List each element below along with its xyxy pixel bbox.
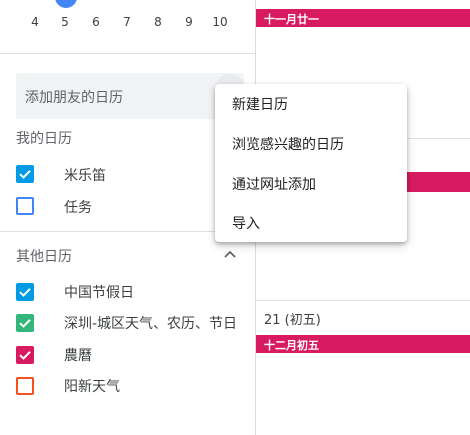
add-calendar-menu: 新建日历 浏览感兴趣的日历 通过网址添加 导入 xyxy=(215,84,407,242)
mini-calendar-day[interactable]: 7 xyxy=(117,15,137,29)
calendar-label[interactable]: 農曆 xyxy=(64,345,92,365)
menu-item-label: 通过网址添加 xyxy=(232,177,316,193)
divider xyxy=(0,53,255,54)
menu-item-label: 导入 xyxy=(232,216,260,232)
calendar-checkbox-china-holidays[interactable] xyxy=(16,283,34,301)
check-icon xyxy=(19,170,31,179)
day-number[interactable]: 21 (初五) xyxy=(264,309,321,328)
mini-calendar-day[interactable]: 8 xyxy=(148,15,168,29)
calendar-label[interactable]: 米乐笛 xyxy=(64,165,106,185)
mini-calendar-day[interactable]: 10 xyxy=(210,15,230,29)
menu-item-label: 浏览感兴趣的日历 xyxy=(232,137,344,153)
mini-calendar-day[interactable]: 6 xyxy=(86,15,106,29)
menu-item-new-calendar[interactable]: 新建日历 xyxy=(215,84,407,124)
my-calendars-title[interactable]: 我的日历 xyxy=(16,128,72,148)
event-title: 十二月初五 xyxy=(264,339,319,352)
chevron-up-icon[interactable] xyxy=(222,246,238,262)
menu-item-import[interactable]: 导入 xyxy=(215,203,407,243)
add-friend-calendar-placeholder: 添加朋友的日历 xyxy=(25,90,123,106)
calendar-checkbox-miledi[interactable] xyxy=(16,165,34,183)
menu-item-label: 新建日历 xyxy=(232,97,288,113)
mini-calendar-today-marker[interactable] xyxy=(55,0,77,8)
add-friend-calendar-input[interactable]: 添加朋友的日历 xyxy=(16,73,244,119)
calendar-checkbox-lunar[interactable] xyxy=(16,346,34,364)
calendar-label[interactable]: 任务 xyxy=(64,197,92,217)
check-icon xyxy=(19,288,31,297)
calendar-event[interactable]: 十一月廿一 xyxy=(256,9,470,27)
mini-calendar-day[interactable]: 5 xyxy=(55,15,75,29)
grid-line xyxy=(256,300,470,301)
calendar-label[interactable]: 深圳-城区天气、农历、节日 xyxy=(64,313,237,333)
menu-item-from-url[interactable]: 通过网址添加 xyxy=(215,164,407,204)
check-icon xyxy=(19,319,31,328)
calendar-checkbox-tasks[interactable] xyxy=(16,197,34,215)
other-calendars-title[interactable]: 其他日历 xyxy=(16,246,72,266)
check-icon xyxy=(19,351,31,360)
calendar-checkbox-yangxin-weather[interactable] xyxy=(16,377,34,395)
calendar-event[interactable]: 十二月初五 xyxy=(256,335,470,353)
calendar-label[interactable]: 阳新天气 xyxy=(64,376,120,396)
calendar-label[interactable]: 中国节假日 xyxy=(64,282,134,302)
event-title: 十一月廿一 xyxy=(264,13,319,26)
mini-calendar-day[interactable]: 4 xyxy=(25,15,45,29)
menu-item-browse-calendars[interactable]: 浏览感兴趣的日历 xyxy=(215,124,407,164)
calendar-checkbox-shenzhen-weather[interactable] xyxy=(16,314,34,332)
mini-calendar-day[interactable]: 9 xyxy=(179,15,199,29)
